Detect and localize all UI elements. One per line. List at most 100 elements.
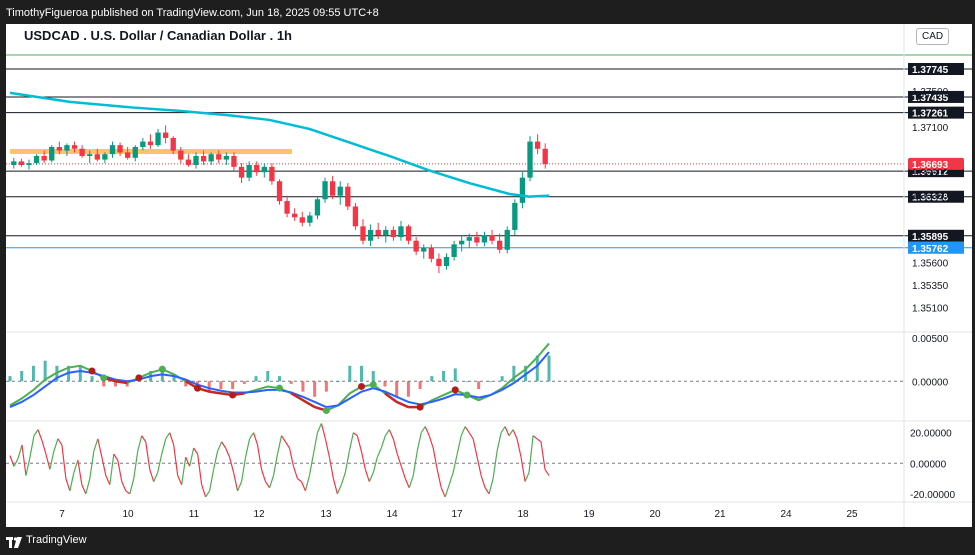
candle-body xyxy=(64,145,70,151)
osc-segment xyxy=(432,447,438,470)
macd-cross-marker-red xyxy=(229,391,237,399)
candle-body xyxy=(489,235,495,241)
macd-cross-marker-green xyxy=(158,365,166,373)
macd-histogram-bar xyxy=(78,365,82,382)
osc-segment xyxy=(456,435,462,455)
osc-segment xyxy=(177,475,183,485)
level-label: 1.35762 xyxy=(912,244,949,255)
osc-segment xyxy=(193,447,199,455)
osc-segment xyxy=(101,457,107,476)
candles-layer xyxy=(11,125,548,274)
osc-segment xyxy=(532,435,538,440)
candle-body xyxy=(314,199,321,216)
osc-segment xyxy=(360,450,366,470)
macd-histogram-bar xyxy=(348,365,352,382)
osc-segment xyxy=(237,481,243,492)
candle-body xyxy=(367,229,374,241)
currency-selector[interactable]: CAD xyxy=(916,28,950,45)
osc-segment xyxy=(240,457,247,482)
osc-segment xyxy=(380,435,386,449)
candle-body xyxy=(519,177,526,203)
osc-segment xyxy=(468,432,474,440)
osc-segment xyxy=(169,432,175,446)
candle-body xyxy=(170,137,176,151)
macd-histogram-bar xyxy=(371,370,375,382)
osc-segment xyxy=(33,429,39,437)
osc-segment xyxy=(149,469,155,482)
osc-segment xyxy=(133,450,139,479)
osc-segment xyxy=(388,429,394,440)
osc-segment xyxy=(324,438,330,458)
osc-segment xyxy=(348,432,354,452)
candle-body xyxy=(421,247,427,252)
osc-segment xyxy=(408,475,414,488)
osc-segment xyxy=(400,466,406,479)
candle-body xyxy=(102,154,108,160)
candle-body xyxy=(428,247,434,259)
osc-segment xyxy=(297,478,302,483)
osc-segment xyxy=(520,457,526,482)
chart-panel: USDCAD . U.S. Dollar / Canadian Dollar .… xyxy=(6,24,972,527)
candle-body xyxy=(87,154,93,156)
osc-segment xyxy=(109,454,115,485)
osc-segment xyxy=(121,481,127,492)
candle-body xyxy=(345,186,351,207)
osc-segment xyxy=(45,453,51,470)
candle-body xyxy=(390,229,397,238)
macd-cross-marker-red xyxy=(193,384,201,392)
osc-segment xyxy=(488,478,494,495)
osc-segment xyxy=(336,484,342,495)
osc-segment xyxy=(145,441,151,470)
osc-segment xyxy=(21,444,27,476)
osc-segment xyxy=(185,456,191,467)
osc-segment xyxy=(276,435,283,455)
osc-segment xyxy=(404,478,410,489)
osc-segment xyxy=(9,455,15,467)
chart-svg[interactable]: 1.377451.374351.372611.366121.363281.358… xyxy=(6,24,972,527)
time-tick-label: 13 xyxy=(320,509,332,520)
macd-histogram-bar xyxy=(278,376,281,382)
time-tick-label: 17 xyxy=(451,509,463,520)
macd-histogram-bar xyxy=(266,370,270,382)
osc-segment xyxy=(89,450,95,479)
macd-histogram-bar xyxy=(418,381,422,390)
osc-segment xyxy=(49,450,55,470)
candle-body xyxy=(443,256,450,266)
osc-segment xyxy=(472,438,478,458)
candle-body xyxy=(375,229,381,236)
osc-segment xyxy=(37,429,43,441)
candle-body xyxy=(481,235,488,243)
osc-segment xyxy=(516,438,522,458)
candle-body xyxy=(451,244,457,257)
macd-cross-marker-red xyxy=(416,403,424,411)
osc-segment xyxy=(364,469,370,482)
macd-histogram-bar xyxy=(336,381,340,383)
osc-segment xyxy=(125,490,131,495)
candle-body xyxy=(329,181,336,196)
osc-segment xyxy=(540,441,546,470)
symbol-title[interactable]: USDCAD . U.S. Dollar / Canadian Dollar .… xyxy=(24,28,292,43)
osc-segment xyxy=(173,444,179,476)
osc-segment xyxy=(284,441,290,449)
osc-segment xyxy=(249,432,255,440)
osc-segment xyxy=(384,429,390,437)
candle-body xyxy=(512,202,518,230)
candle-body xyxy=(125,152,131,158)
osc-segment xyxy=(376,447,382,458)
osc-segment xyxy=(460,426,466,437)
macd-histogram-bar xyxy=(219,381,223,390)
screenshot-frame: TimothyFigueroa published on TradingView… xyxy=(0,0,975,553)
osc-segment xyxy=(93,438,99,452)
candle-body xyxy=(459,240,465,245)
oscillator-pane: 20.00000 0.00000 -20.00000 xyxy=(6,423,955,501)
osc-segment xyxy=(73,460,79,473)
osc-segment xyxy=(61,444,67,479)
osc-segment xyxy=(13,458,19,467)
macd-cross-marker-green xyxy=(463,391,471,399)
osc-segment xyxy=(528,435,534,473)
macd-zero-label: 0.00000 xyxy=(912,377,949,388)
osc-segment xyxy=(53,438,59,452)
osc-segment xyxy=(356,435,362,452)
candle-body xyxy=(284,201,290,214)
time-axis: 7 10 11 12 13 14 17 18 19 20 21 24 25 xyxy=(59,509,858,520)
